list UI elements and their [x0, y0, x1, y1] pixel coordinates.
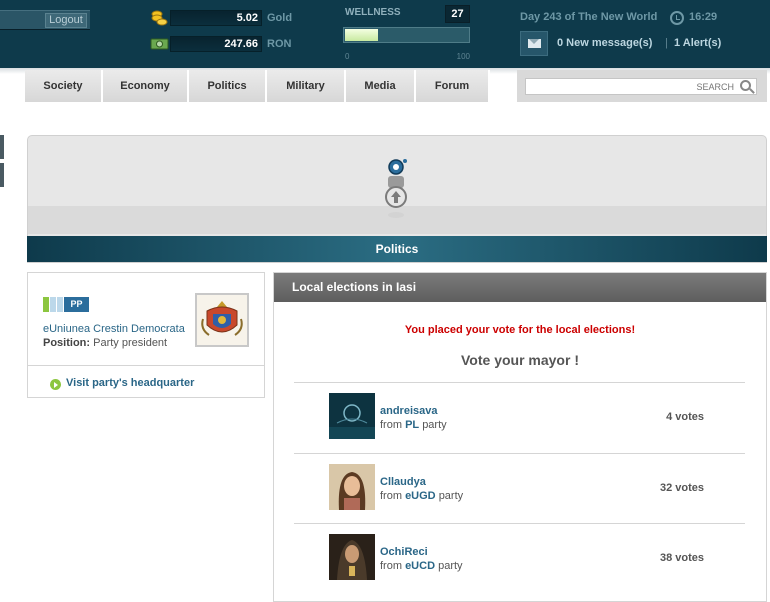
candidate-row: Cllaudya from eUGD party 32 votes [294, 453, 745, 523]
search-icon[interactable] [740, 80, 751, 91]
party-suffix: party [438, 560, 463, 572]
candidate-avatar[interactable] [329, 534, 375, 580]
game-time: 16:29 [689, 11, 718, 23]
wellness-label: WELLNESS [345, 7, 401, 18]
party-suffix: party [438, 490, 464, 502]
top-bar: Logout 5.02 Gold 247.66 RON WELLNESS 27 … [0, 0, 770, 68]
candidate-party-link[interactable]: eUGD [405, 490, 436, 502]
gold-currency-label: Gold [267, 12, 293, 24]
candidate-votes: 32 votes [659, 482, 704, 494]
elections-header: Local elections in Iasi [274, 273, 766, 302]
mail-button[interactable] [520, 31, 548, 56]
candidate-party: from PL party [380, 419, 447, 431]
wellness-scale-min: 0 [345, 52, 350, 61]
candidate-votes: 38 votes [659, 552, 704, 564]
from-label: from [380, 419, 402, 431]
side-tab-2[interactable] [0, 163, 4, 187]
wellness-value: 27 [445, 5, 470, 23]
tab-society[interactable]: Society [25, 70, 103, 102]
logout-strip: Logout [0, 10, 90, 30]
gold-value: 5.02 [236, 12, 258, 24]
page-title: Politics [27, 236, 767, 262]
gold-coins-icon [151, 10, 168, 26]
candidate-avatar[interactable] [329, 464, 375, 510]
cash-icon [150, 38, 169, 50]
tab-economy[interactable]: Economy [103, 70, 189, 102]
ron-value: 247.66 [224, 38, 258, 50]
politics-bubble-icon [385, 159, 407, 218]
candidate-party-link[interactable]: PL [405, 419, 419, 431]
candidate-name[interactable]: andreisava [380, 405, 437, 417]
candidate-votes: 4 votes [666, 411, 704, 423]
messages-link[interactable]: 0 New message(s) [557, 37, 652, 49]
party-badge: PP [43, 297, 89, 312]
day-indicator: Day 243 of The New World [520, 11, 658, 23]
wellness-scale: 0 100 [345, 52, 470, 62]
from-label: from [380, 560, 402, 572]
wellness-bar-fill [345, 29, 378, 41]
alerts-link[interactable]: 1 Alert(s) [674, 37, 721, 49]
logout-button[interactable]: Logout [45, 13, 87, 28]
wellness-scale-max: 100 [456, 52, 470, 61]
party-suffix: party [422, 419, 447, 431]
party-badge-label: PP [64, 297, 89, 312]
candidate-party-link[interactable]: eUCD [405, 560, 435, 572]
tab-military[interactable]: Military [267, 70, 346, 102]
messages-separator: | [665, 37, 668, 49]
vote-confirmation: You placed your vote for the local elect… [404, 324, 636, 336]
ron-currency-label: RON [267, 38, 292, 50]
candidate-row: OchiReci from eUCD party 38 votes [294, 523, 745, 593]
search-box [517, 70, 767, 102]
tab-forum[interactable]: Forum [416, 70, 490, 102]
tab-media[interactable]: Media [346, 70, 416, 102]
candidate-name[interactable]: OchiReci [380, 546, 428, 558]
candidate-party: from eUCD party [380, 560, 463, 572]
main-nav: Society Economy Politics Military Media … [25, 70, 490, 102]
wellness-bar [343, 27, 470, 43]
search-input[interactable] [525, 78, 757, 95]
candidate-name[interactable]: Cllaudya [380, 476, 426, 488]
vote-title: Vote your mayor ! [461, 352, 579, 368]
envelope-icon [528, 39, 541, 48]
position-label: Position: [43, 337, 91, 349]
position-value: Party president [93, 337, 168, 349]
candidate-row: andreisava from PL party 4 votes [294, 382, 745, 452]
party-name-link[interactable]: eUniunea Crestin Democrata [43, 323, 185, 335]
play-icon [50, 379, 61, 390]
party-emblem[interactable] [195, 293, 249, 347]
tab-politics[interactable]: Politics [189, 70, 267, 102]
side-tab-1[interactable] [0, 135, 4, 159]
from-label: from [380, 490, 402, 502]
card-divider [28, 365, 264, 366]
elections-panel: Local elections in Iasi You placed your … [273, 272, 767, 602]
ron-row: 247.66 RON [150, 35, 310, 55]
candidate-party: from eUGD party [380, 490, 463, 502]
gold-row: 5.02 Gold [150, 9, 310, 29]
visit-headquarter-link[interactable]: Visit party's headquarter [66, 377, 194, 389]
candidate-avatar[interactable] [329, 393, 375, 439]
party-position: Position: Party president [43, 337, 167, 349]
clock-icon [670, 11, 684, 25]
